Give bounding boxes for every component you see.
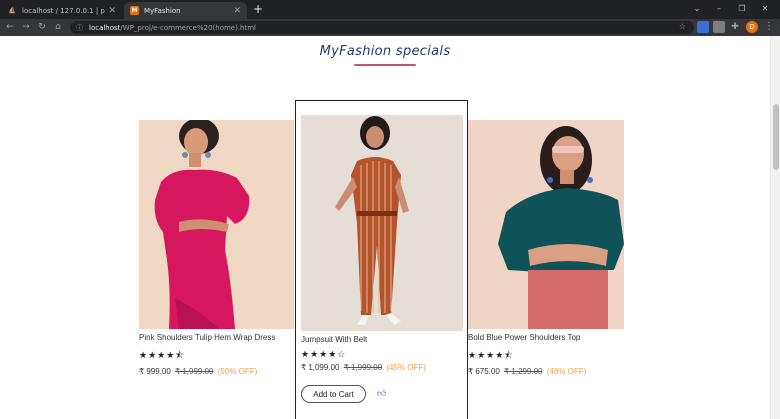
url-path: /WP_proj/e-commerce%20(home).html [120,23,256,32]
add-to-cart-button[interactable]: Add to Cart [301,385,366,403]
page-scrollbar[interactable] [770,36,780,419]
thumbs-up-icon[interactable]: 👍︎ [377,389,386,399]
product-name[interactable]: Pink Shoulders Tulip Hem Wrap Dress [139,333,294,342]
tab-phpmyadmin[interactable]: ⛵ localhost / 127.0.0.1 | phpMyAdmin ✕ [2,2,122,19]
extension-icon[interactable] [697,21,709,33]
back-button[interactable]: ← [3,21,17,34]
extensions-puzzle-icon[interactable]: ✚ [729,21,741,33]
browser-toolbar: ← → ↻ ⌂ ⓘ localhost/WP_proj/e-commerce%2… [0,19,780,36]
original-price: ₹ 1,299.00 [504,367,543,376]
address-bar[interactable]: ⓘ localhost/WP_proj/e-commerce%20(home).… [70,21,694,34]
section-title: MyFashion specials [319,44,451,59]
tab-title: localhost / 127.0.0.1 | phpMyAdmin [22,6,105,15]
reload-button[interactable]: ↻ [35,21,49,34]
product-card-highlighted[interactable]: Jumpsuit With Belt ★★★★☆ ₹ 1,099.00 ₹ 1,… [295,100,468,419]
myfashion-favicon: M [130,6,139,15]
rating-stars: ★★★★☆ [301,350,347,360]
product-image[interactable] [301,115,463,331]
profile-avatar[interactable]: D [746,21,758,33]
url-text: localhost/WP_proj/e-commerce%20(home).ht… [89,24,256,32]
discount-badge: (50% OFF) [217,367,258,376]
price-line: ₹ 675.00 ₹ 1,299.00 (48% OFF) [468,367,624,376]
site-info-icon[interactable]: ⓘ [76,23,83,33]
rating-stars: ★★★★⯪ [139,351,185,361]
discount-badge: (45% OFF) [386,363,426,372]
title-underline [354,64,416,66]
close-tab-icon[interactable]: ✕ [233,6,241,16]
cart-actions: Add to Cart 👍︎ [301,385,386,403]
original-price: ₹ 1,999.00 [175,367,214,376]
home-button[interactable]: ⌂ [51,21,65,34]
price-line: ₹ 1,099.00 ₹ 1,999.00 (45% OFF) [301,363,466,372]
product-name[interactable]: Bold Blue Power Shoulders Top [468,333,624,342]
phpmyadmin-icon: ⛵ [8,7,17,14]
price-line: ₹ 999.00 ₹ 1,999.00 (50% OFF) [139,367,294,376]
sale-price: ₹ 675.00 [468,367,500,376]
product-image[interactable] [139,120,294,329]
browser-title-bar: ⛵ localhost / 127.0.0.1 | phpMyAdmin ✕ M… [0,0,780,19]
page-viewport: MyFashion specials Pink Shoulders Tulip … [0,36,770,419]
browser-menu-icon[interactable]: ⋮ [764,20,774,34]
product-image[interactable] [468,120,624,329]
bookmark-star-icon[interactable]: ☆ [679,22,686,31]
extension-icon[interactable] [713,21,725,33]
tab-search-icon[interactable]: ⌄ [686,2,708,15]
forward-button[interactable]: → [19,21,33,34]
sale-price: ₹ 1,099.00 [301,363,340,372]
url-host: localhost [89,23,121,32]
minimize-button[interactable]: – [708,2,730,15]
tab-myfashion[interactable]: M MyFashion ✕ [124,2,247,19]
close-tab-icon[interactable]: ✕ [108,6,116,16]
product-card[interactable]: Bold Blue Power Shoulders Top ★★★★⯪ ₹ 67… [468,120,624,376]
sale-price: ₹ 999.00 [139,367,171,376]
product-photo-svg [468,120,624,329]
rating-stars: ★★★★⯪ [468,351,514,361]
product-name[interactable]: Jumpsuit With Belt [301,335,466,344]
product-photo-svg [301,115,463,331]
scrollbar-thumb[interactable] [773,104,779,170]
tab-title: MyFashion [144,6,181,15]
restore-button[interactable]: ❐ [731,2,753,15]
product-photo-svg [139,120,294,329]
discount-badge: (48% OFF) [546,367,587,376]
original-price: ₹ 1,999.00 [343,363,383,372]
product-card[interactable]: Pink Shoulders Tulip Hem Wrap Dress ★★★★… [139,120,294,376]
product-info: Jumpsuit With Belt ★★★★☆ ₹ 1,099.00 ₹ 1,… [301,331,466,372]
close-window-button[interactable]: ✕ [754,2,776,15]
new-tab-button[interactable]: + [252,3,264,15]
